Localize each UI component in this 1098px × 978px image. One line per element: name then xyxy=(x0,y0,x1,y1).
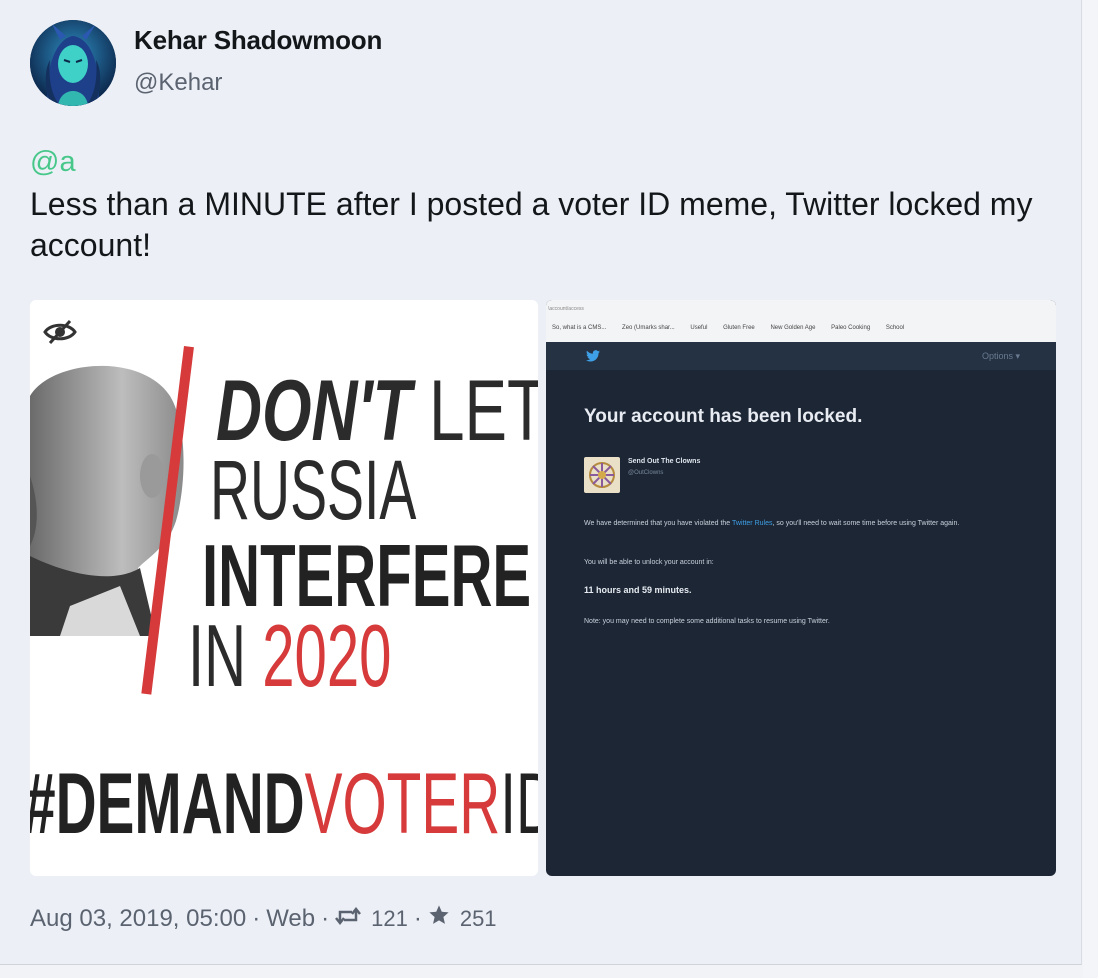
account-handle: @OutClowns xyxy=(628,470,664,476)
bookmark-item: Useful xyxy=(690,325,708,331)
bookmarks-bar: So, what is a CMS... Zeo (Umarks shar...… xyxy=(552,325,918,331)
separator: · xyxy=(413,904,422,932)
hide-media-icon[interactable] xyxy=(42,318,78,346)
account-avatar xyxy=(584,457,620,493)
violation-message: We have determined that you have violate… xyxy=(584,520,960,527)
unlock-intro: You will be able to unlock your account … xyxy=(584,559,714,566)
star-icon[interactable] xyxy=(428,904,450,933)
avatar[interactable] xyxy=(30,20,116,106)
bookmark-item: New Golden Age xyxy=(770,325,816,331)
author-handle[interactable]: @Kehar xyxy=(134,69,222,97)
unlock-time: 11 hours and 59 minutes. xyxy=(584,585,692,595)
separator: · xyxy=(321,904,330,932)
favourite-count: 251 xyxy=(459,905,497,931)
source-label: Web xyxy=(266,904,316,932)
author-display-name[interactable]: Kehar Shadowmoon xyxy=(134,25,382,56)
timestamp-link[interactable]: Aug 03, 2019, 05:00 xyxy=(30,905,246,933)
locked-title: Your account has been locked. xyxy=(584,406,863,427)
twitter-bird-icon xyxy=(586,350,600,362)
scroll-gutter xyxy=(1083,0,1098,978)
bookmark-item: Gluten Free xyxy=(723,325,755,331)
post-text: Less than a MINUTE after I posted a vote… xyxy=(30,186,1033,263)
separator: · xyxy=(252,904,261,932)
account-name: Send Out The Clowns xyxy=(628,458,701,465)
meme-line-4: IN 2020 xyxy=(188,606,392,705)
bookmark-item: School xyxy=(885,325,905,331)
twitter-rules-link[interactable]: Twitter Rules xyxy=(732,520,772,527)
repeat-icon[interactable] xyxy=(335,905,362,933)
twitter-header: Options ▾ xyxy=(546,342,1056,370)
browser-url: \account/access xyxy=(548,306,584,312)
repeat-count: 121 xyxy=(371,905,408,931)
bookmark-item: Paleo Cooking xyxy=(831,325,871,331)
status-meta: Aug 03, 2019, 05:00 · Web · 121 · 251 xyxy=(30,904,497,933)
media-attachment-meme[interactable]: DON'T LET RUSSIA INTERFERE IN 2020 #DEMA… xyxy=(30,300,538,876)
mention-link[interactable]: @a xyxy=(30,146,76,179)
bookmark-item: So, what is a CMS... xyxy=(552,325,607,331)
additional-tasks-note: Note: you may need to complete some addi… xyxy=(584,618,830,625)
status-card: Kehar Shadowmoon @Kehar @a Less than a M… xyxy=(0,0,1082,965)
bookmark-item: Zeo (Umarks shar... xyxy=(622,325,675,331)
meme-hashtag: #DEMANDVOTERID xyxy=(30,756,538,852)
media-attachment-screenshot[interactable]: \account/access So, what is a CMS... Zeo… xyxy=(546,300,1056,876)
browser-toolbar: \account/access So, what is a CMS... Zeo… xyxy=(546,300,1056,342)
avatar-image xyxy=(30,20,116,106)
options-menu[interactable]: Options ▾ xyxy=(982,351,1020,362)
